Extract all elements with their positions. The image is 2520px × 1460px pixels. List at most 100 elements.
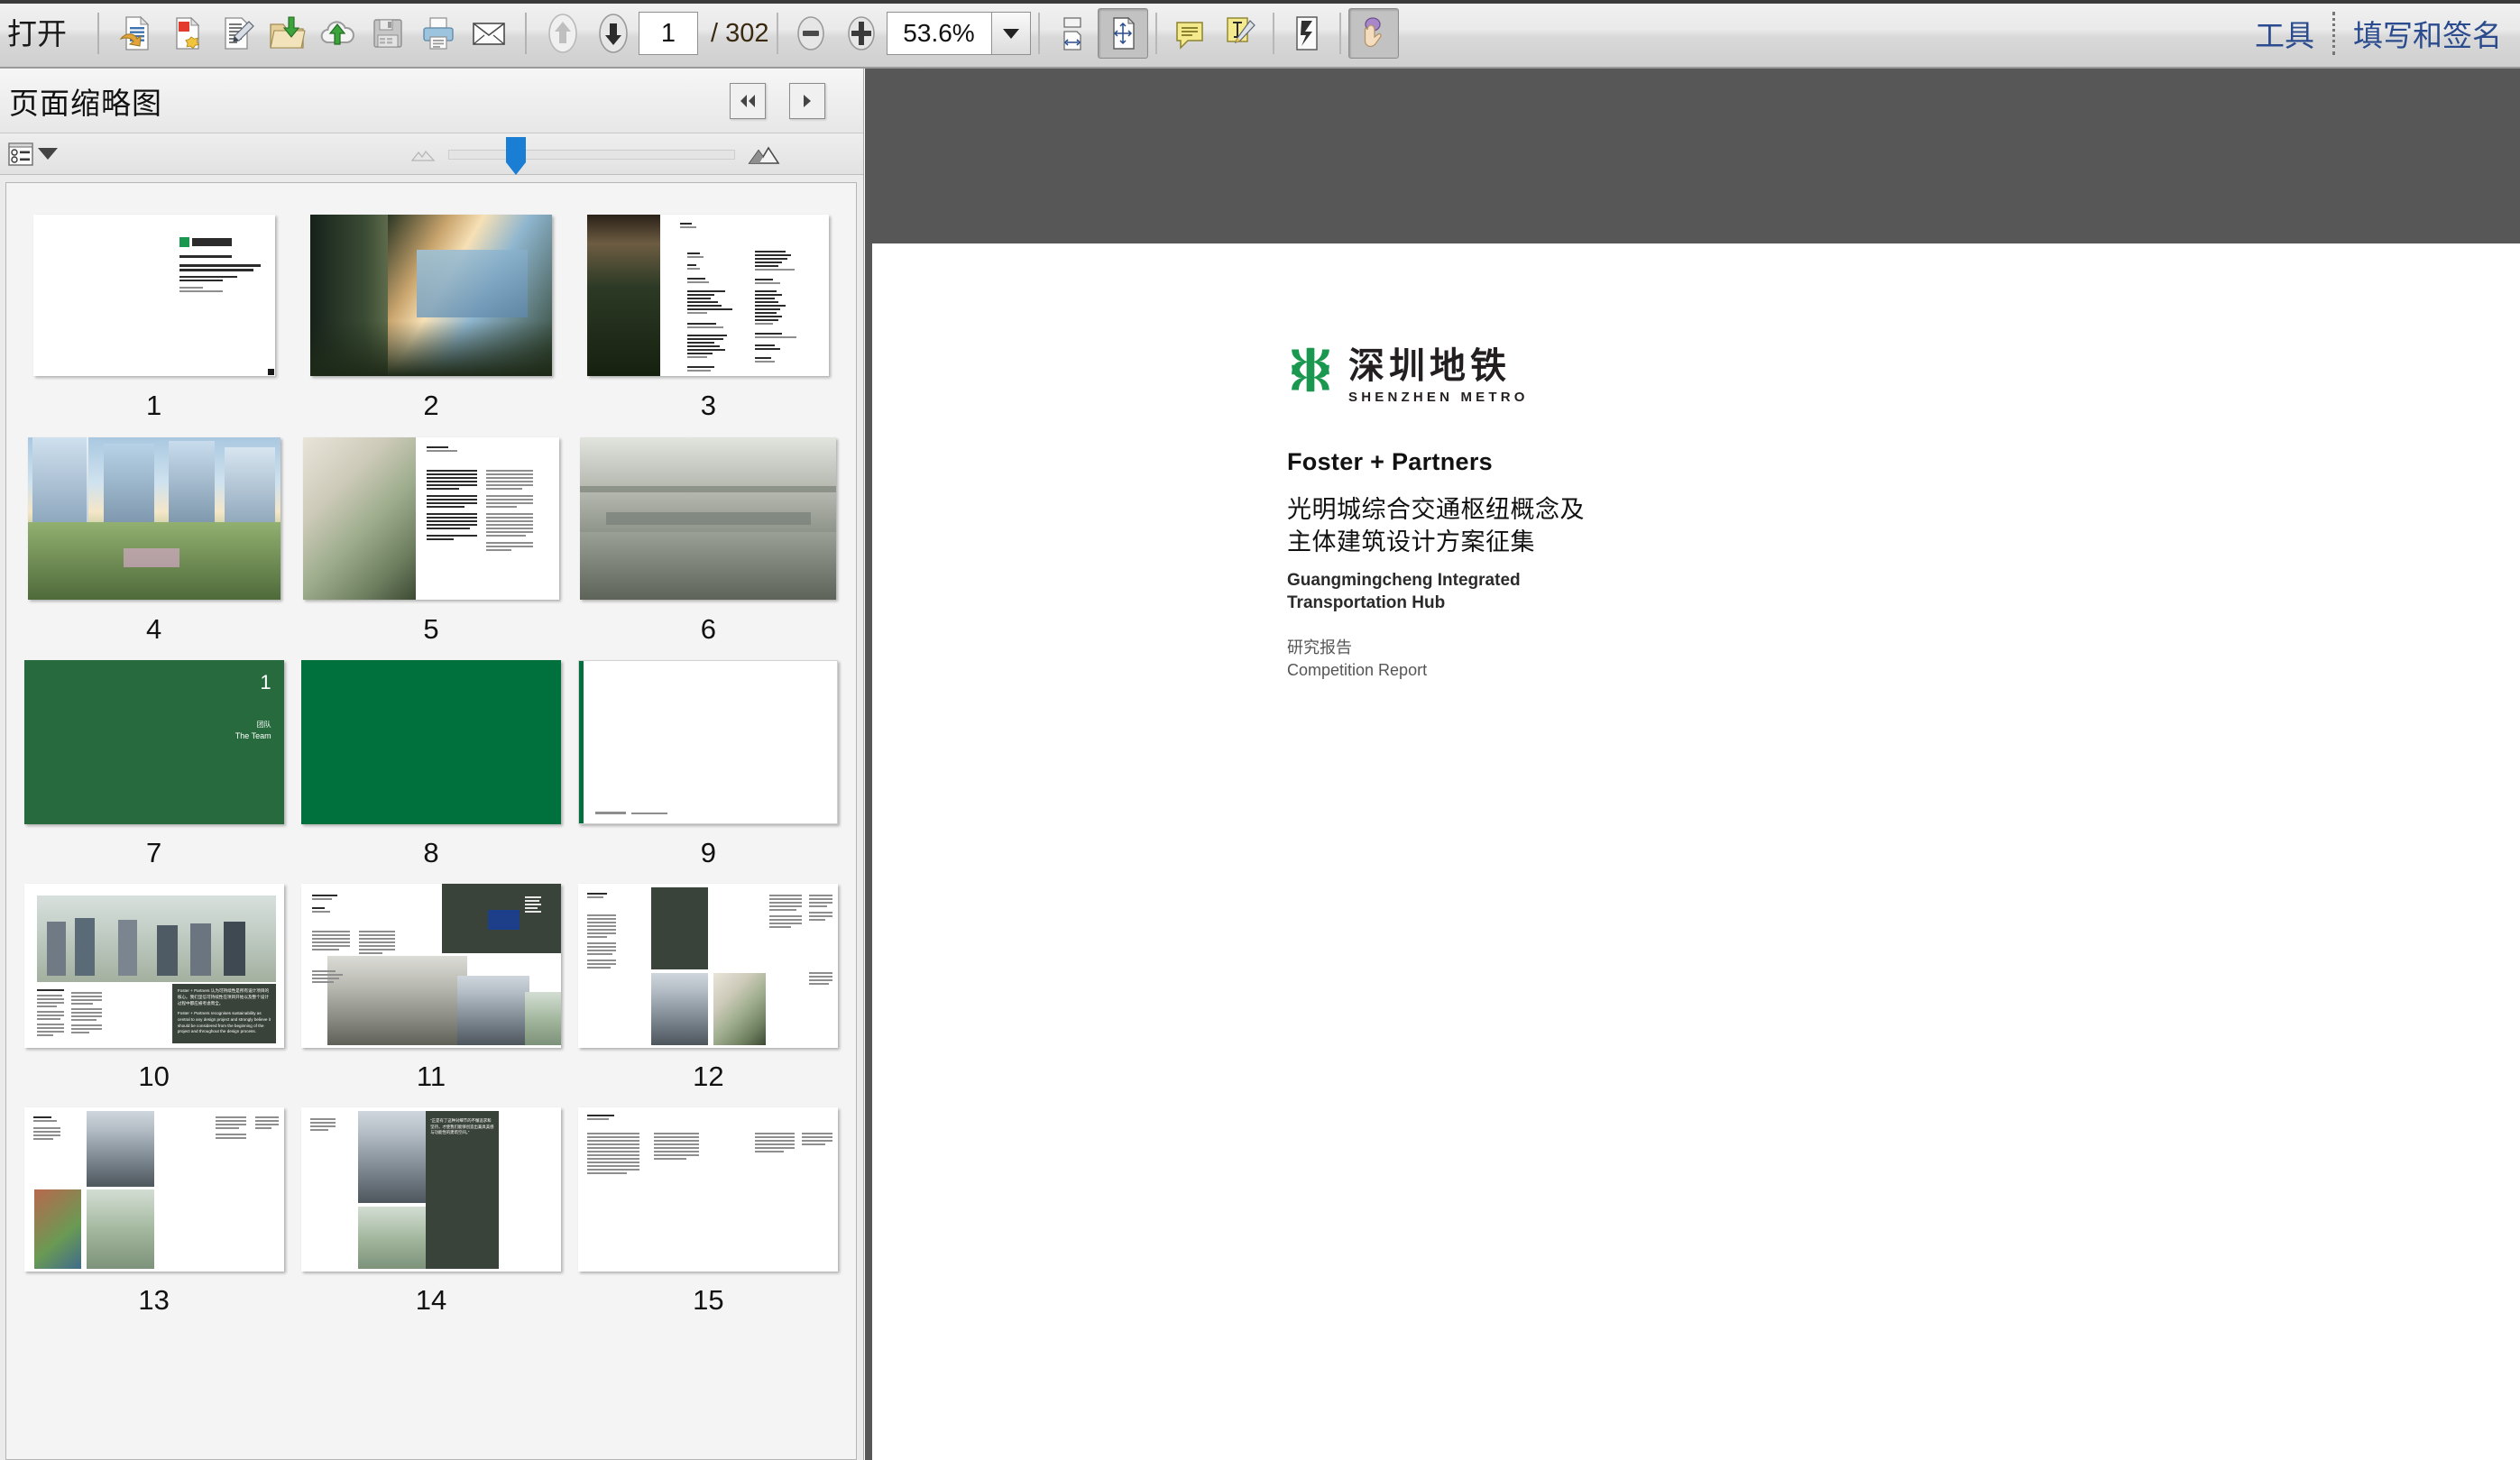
thumbnail-item[interactable]: 13 <box>15 1097 292 1316</box>
thumbnail-item[interactable]: 5 <box>292 427 569 645</box>
document-page[interactable]: 深圳地铁 SHENZHEN METRO Foster + Partners 光明… <box>872 243 2520 1460</box>
subtitle-cn: 研究报告 <box>1287 638 1352 657</box>
divider-title-cn: 团队 <box>256 721 271 730</box>
large-thumbnails-icon[interactable] <box>748 142 780 166</box>
thumbnail-item[interactable]: 9 <box>570 650 847 868</box>
fit-width-icon[interactable] <box>1047 8 1098 59</box>
hand-tool-icon[interactable] <box>1347 8 1399 59</box>
combine-files-icon[interactable] <box>161 8 211 59</box>
thumbnail-size-slider[interactable] <box>448 136 735 175</box>
thumbnail-frame <box>577 427 839 611</box>
thumbnail-page-6[interactable] <box>580 437 837 601</box>
thumbnail-frame <box>23 1097 285 1281</box>
thumbnail-item[interactable]: Foster + Partners 认为可持续性是所有设计项目的核心。我们坚信可… <box>15 874 292 1092</box>
thumbnail-page-number: 12 <box>693 1061 724 1093</box>
expand-panel-button[interactable] <box>789 82 825 119</box>
thumbnail-page-number: 10 <box>138 1061 170 1093</box>
page-corner-marker <box>267 368 274 375</box>
zoom-level-input[interactable]: 53.6% <box>886 12 991 55</box>
thumbnail-page-1[interactable] <box>32 214 275 376</box>
thumbnail-page-13[interactable] <box>23 1107 284 1272</box>
thumbnail-page-2[interactable] <box>309 214 552 376</box>
highlight-text-icon[interactable] <box>1215 8 1265 59</box>
thumbnail-item[interactable]: 8 <box>292 650 569 868</box>
title-en-line2: Transportation Hub <box>1287 592 1446 612</box>
export-pdf-icon[interactable] <box>262 8 312 59</box>
arrow-up-icon[interactable] <box>538 8 588 59</box>
zoom-in-button[interactable] <box>836 8 887 59</box>
zoom-dropdown-button[interactable] <box>990 12 1031 55</box>
page-count-label: / 302 <box>711 18 769 48</box>
thumbnail-page-9[interactable] <box>578 660 839 825</box>
thumbnail-item[interactable]: 4 <box>15 427 292 645</box>
shenzhen-metro-logo: 深圳地铁 SHENZHEN METRO <box>1287 346 1612 405</box>
collapse-panel-button[interactable] <box>730 82 766 119</box>
edit-pdf-icon[interactable] <box>211 8 262 59</box>
main-toolbar: 打开 1 / 302 53.6% 工具 填写和签名 <box>0 0 2520 69</box>
thumbnail-item[interactable]: 2 <box>292 203 569 421</box>
thumbnail-grid: 1 2 3 4 5 6 1 团队 The Team 7 8 9 Foster +… <box>6 183 856 1321</box>
thumbnail-item[interactable]: 3 <box>570 203 847 421</box>
thumbnail-scroll-area[interactable]: 1 2 3 4 5 6 1 团队 The Team 7 8 9 Foster +… <box>5 182 857 1460</box>
thumbnail-item[interactable]: “正是有了这种对细节的不懈追求和坚持，才使我们能够创造出兼具美感与功能性的建筑空… <box>292 1097 569 1316</box>
thumbnail-page-number: 6 <box>700 613 716 646</box>
thumbnail-page-11[interactable] <box>300 884 561 1049</box>
thumbnail-page-number: 7 <box>146 837 162 869</box>
thumbnail-page-7[interactable]: 1 团队 The Team <box>23 660 284 825</box>
comment-icon[interactable] <box>1164 8 1215 59</box>
thumbnail-frame <box>300 203 562 387</box>
title-cn: 光明城综合交通枢纽概念及 主体建筑设计方案征集 <box>1287 494 1612 559</box>
small-thumbnails-icon[interactable] <box>410 145 436 163</box>
open-button[interactable]: 打开 <box>0 19 87 49</box>
thumbnail-page-number: 13 <box>138 1284 170 1317</box>
page-number-input[interactable]: 1 <box>639 12 698 55</box>
shenzhen-metro-wordmark <box>191 237 232 246</box>
thumbnail-page-3[interactable] <box>587 214 830 376</box>
thumbnail-page-12[interactable] <box>578 884 839 1049</box>
arrow-down-icon[interactable] <box>588 8 639 59</box>
thumbnail-size-slider-group <box>410 133 780 175</box>
thumbnail-frame <box>577 1097 839 1281</box>
create-pdf-icon[interactable] <box>110 8 161 59</box>
caption-cn: Foster + Partners 认为可持续性是所有设计项目的核心。我们坚信可… <box>177 988 270 1005</box>
read-mode-icon[interactable] <box>1282 8 1332 59</box>
fit-page-icon[interactable] <box>1097 8 1148 59</box>
shenzhen-metro-mark <box>1292 347 1329 392</box>
thumbnail-page-15[interactable] <box>578 1107 839 1272</box>
chevron-right-icon <box>804 94 811 107</box>
thumbnail-page-10[interactable]: Foster + Partners 认为可持续性是所有设计项目的核心。我们坚信可… <box>23 884 284 1049</box>
toolbar-divider <box>776 13 778 54</box>
thumbnail-frame <box>300 874 562 1058</box>
slider-handle[interactable] <box>506 136 526 175</box>
thumbnail-page-5[interactable] <box>302 437 559 601</box>
divider-number: 1 <box>260 671 271 694</box>
chevron-down-icon <box>38 148 58 160</box>
thumbnail-page-4[interactable] <box>27 437 281 601</box>
email-icon[interactable] <box>464 8 514 59</box>
thumbnail-page-number: 11 <box>416 1061 446 1093</box>
tools-link[interactable]: 工具 <box>2242 12 2327 55</box>
thumbnail-item[interactable]: 1 <box>15 203 292 421</box>
thumbnail-frame: 1 团队 The Team <box>23 650 285 834</box>
zoom-out-button[interactable] <box>786 8 836 59</box>
thumbnail-item[interactable]: 15 <box>570 1097 847 1316</box>
thumbnail-item[interactable]: 11 <box>292 874 569 1092</box>
upload-cloud-icon[interactable] <box>312 8 363 59</box>
thumbnail-item[interactable]: 6 <box>570 427 847 645</box>
thumbnail-options-button[interactable] <box>0 141 58 168</box>
thumbnail-item[interactable]: 12 <box>570 874 847 1092</box>
thumbnail-page-8[interactable] <box>300 660 561 825</box>
fill-and-sign-link[interactable]: 填写和签名 <box>2341 12 2515 55</box>
save-icon[interactable] <box>363 8 413 59</box>
divider-title-en: The Team <box>235 731 271 741</box>
thumbnail-page-14[interactable]: “正是有了这种对细节的不懈追求和坚持，才使我们能够创造出兼具美感与功能性的建筑空… <box>300 1107 561 1272</box>
document-viewport[interactable]: 深圳地铁 SHENZHEN METRO Foster + Partners 光明… <box>865 69 2520 1460</box>
logo-en-name: SHENZHEN METRO <box>1348 390 1529 405</box>
toolbar-divider <box>1037 13 1040 54</box>
title-cn-line1: 光明城综合交通枢纽概念及 <box>1287 496 1585 524</box>
chevron-down-icon <box>1002 28 1019 39</box>
thumbnail-page-number: 14 <box>415 1284 447 1317</box>
thumbnail-item[interactable]: 1 团队 The Team 7 <box>15 650 292 868</box>
options-list-icon <box>8 142 33 166</box>
print-icon[interactable] <box>413 8 464 59</box>
